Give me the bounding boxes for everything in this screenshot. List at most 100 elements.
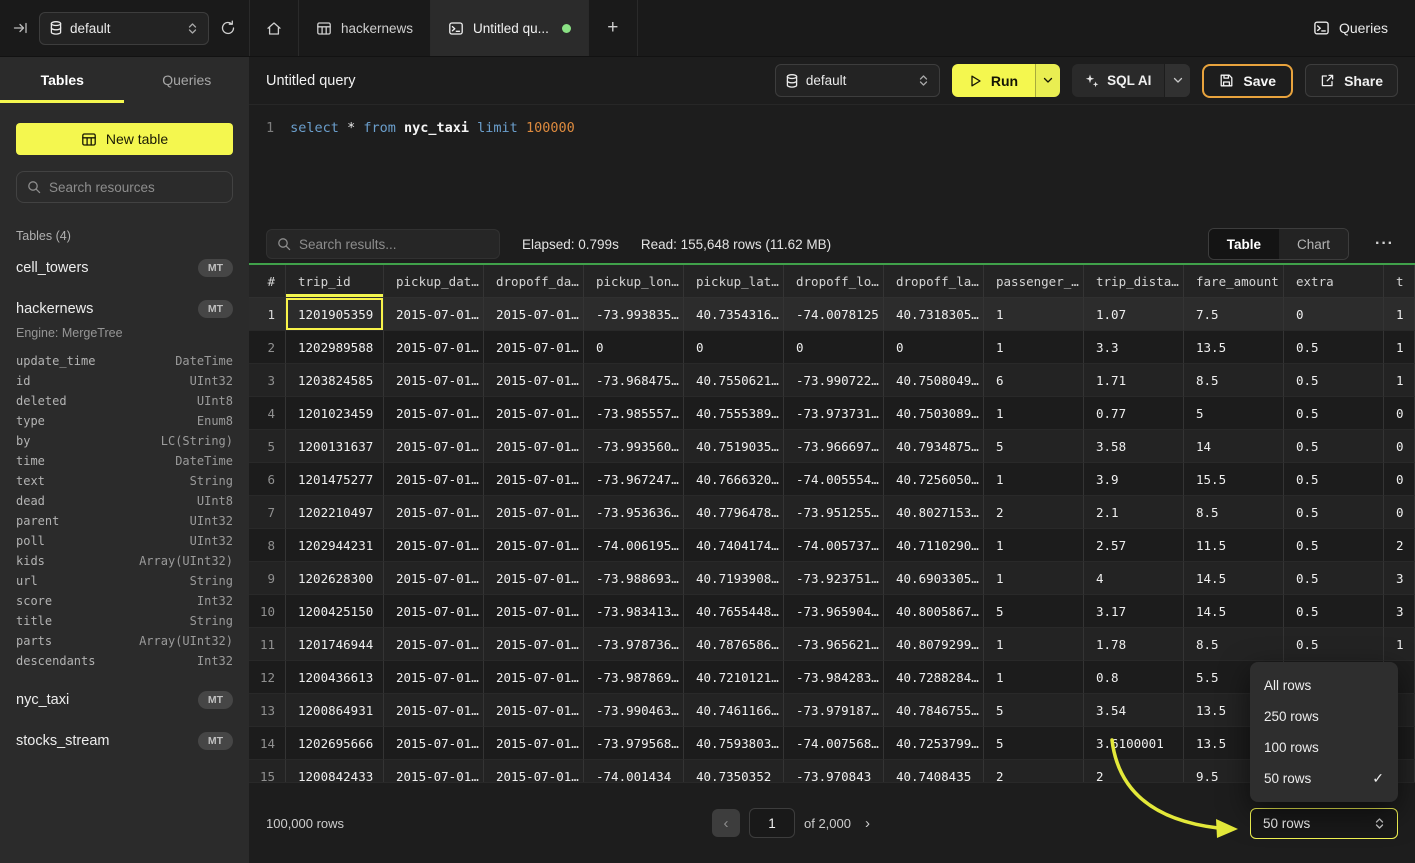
- table-cell[interactable]: 1200842433: [286, 760, 384, 782]
- row-limit-option[interactable]: All rows: [1250, 670, 1398, 701]
- table-cell[interactable]: 40.7350352: [684, 760, 784, 782]
- sql-ai-button[interactable]: SQL AI: [1072, 73, 1164, 88]
- table-cell[interactable]: 0: [884, 331, 984, 364]
- table-cell[interactable]: 0.8: [1084, 661, 1184, 694]
- table-cell[interactable]: 40.7503089…: [884, 397, 984, 430]
- table-cell[interactable]: 1200131637: [286, 430, 384, 463]
- table-cell[interactable]: 40.6903305…: [884, 562, 984, 595]
- table-cell[interactable]: 15.5: [1184, 463, 1284, 496]
- table-cell[interactable]: 0: [1284, 298, 1384, 331]
- table-cell[interactable]: -73.951255…: [784, 496, 884, 529]
- table-cell[interactable]: 2015-07-01…: [384, 727, 484, 760]
- tab-home[interactable]: [250, 0, 299, 56]
- table-cell[interactable]: 1201905359: [286, 298, 384, 331]
- table-cell[interactable]: -73.973731…: [784, 397, 884, 430]
- table-cell[interactable]: 1: [984, 529, 1084, 562]
- table-cell[interactable]: 40.7876586…: [684, 628, 784, 661]
- table-cell[interactable]: 0: [1384, 430, 1415, 463]
- table-cell[interactable]: 1: [984, 298, 1084, 331]
- table-cell[interactable]: 2015-07-01…: [384, 496, 484, 529]
- table-cell[interactable]: 2015-07-01…: [484, 529, 584, 562]
- grid-header-cell[interactable]: extra: [1284, 265, 1384, 298]
- table-cell[interactable]: 40.7461166…: [684, 694, 784, 727]
- table-cell[interactable]: 0: [1384, 496, 1415, 529]
- table-cell[interactable]: -73.966697…: [784, 430, 884, 463]
- table-cell[interactable]: 40.8005867…: [884, 595, 984, 628]
- table-cell[interactable]: 1: [1384, 298, 1415, 331]
- table-cell[interactable]: 2015-07-01…: [384, 694, 484, 727]
- table-cell[interactable]: 2015-07-01…: [384, 529, 484, 562]
- results-search[interactable]: [266, 229, 500, 259]
- resource-search-input[interactable]: [49, 180, 222, 195]
- table-cell[interactable]: 1.78: [1084, 628, 1184, 661]
- table-cell[interactable]: 2: [984, 496, 1084, 529]
- table-cell[interactable]: -74.0078125: [784, 298, 884, 331]
- table-cell[interactable]: 40.7796478…: [684, 496, 784, 529]
- table-cell[interactable]: -73.984283…: [784, 661, 884, 694]
- table-cell[interactable]: 1200864931: [286, 694, 384, 727]
- table-cell[interactable]: 4: [1084, 562, 1184, 595]
- table-cell[interactable]: 7.5: [1184, 298, 1284, 331]
- tab-hackernews[interactable]: hackernews: [299, 0, 431, 56]
- table-cell[interactable]: 1: [984, 661, 1084, 694]
- table-cell[interactable]: 8.5: [1184, 628, 1284, 661]
- table-cell[interactable]: -73.990722…: [784, 364, 884, 397]
- table-cell[interactable]: -73.983413…: [584, 595, 684, 628]
- table-cell[interactable]: 1201023459: [286, 397, 384, 430]
- table-cell[interactable]: 2015-07-01…: [384, 562, 484, 595]
- table-cell[interactable]: 8.5: [1184, 364, 1284, 397]
- table-cell[interactable]: 3.3: [1084, 331, 1184, 364]
- table-cell[interactable]: 2015-07-01…: [384, 463, 484, 496]
- tab-untitled-query[interactable]: Untitled qu...: [431, 0, 589, 56]
- row-limit-option[interactable]: 100 rows: [1250, 732, 1398, 763]
- refresh-icon[interactable]: [220, 20, 236, 36]
- table-cell[interactable]: 2.1: [1084, 496, 1184, 529]
- table-cell[interactable]: 1201475277: [286, 463, 384, 496]
- table-cell[interactable]: -73.988693…: [584, 562, 684, 595]
- table-cell[interactable]: 0.77: [1084, 397, 1184, 430]
- table-cell[interactable]: 3.58: [1084, 430, 1184, 463]
- run-options-caret[interactable]: [1035, 64, 1060, 97]
- table-cell[interactable]: -73.923751…: [784, 562, 884, 595]
- table-cell[interactable]: -74.006195…: [584, 529, 684, 562]
- table-cell[interactable]: 1: [984, 397, 1084, 430]
- table-cell[interactable]: 40.7408435: [884, 760, 984, 782]
- row-limit-option[interactable]: 50 rows✓: [1250, 763, 1398, 794]
- table-cell[interactable]: 2015-07-01…: [484, 496, 584, 529]
- database-selector[interactable]: default: [39, 12, 209, 45]
- table-cell[interactable]: 40.7110290…: [884, 529, 984, 562]
- table-cell[interactable]: 2015-07-01…: [484, 595, 584, 628]
- table-cell[interactable]: 1200425150: [286, 595, 384, 628]
- table-cell[interactable]: 5: [984, 595, 1084, 628]
- table-cell[interactable]: 2015-07-01…: [484, 562, 584, 595]
- grid-header-cell[interactable]: passenger_…: [984, 265, 1084, 298]
- table-cell[interactable]: 2.57: [1084, 529, 1184, 562]
- grid-header-cell[interactable]: #: [249, 265, 286, 298]
- grid-header-cell[interactable]: dropoff_da…: [484, 265, 584, 298]
- table-cell[interactable]: 2015-07-01…: [384, 331, 484, 364]
- results-search-input[interactable]: [299, 237, 489, 252]
- table-cell[interactable]: 40.7934875…: [884, 430, 984, 463]
- table-cell[interactable]: 40.7354316…: [684, 298, 784, 331]
- table-cell[interactable]: 1202695666: [286, 727, 384, 760]
- table-cell[interactable]: -73.993560…: [584, 430, 684, 463]
- grid-header-cell[interactable]: dropoff_lo…: [784, 265, 884, 298]
- run-button[interactable]: Run: [952, 64, 1035, 97]
- table-cell[interactable]: -73.965621…: [784, 628, 884, 661]
- table-cell[interactable]: 40.7550621…: [684, 364, 784, 397]
- table-cell[interactable]: -73.953636…: [584, 496, 684, 529]
- table-cell[interactable]: 40.7846755…: [884, 694, 984, 727]
- table-cell[interactable]: 1.07: [1084, 298, 1184, 331]
- table-cell[interactable]: 5: [1184, 397, 1284, 430]
- table-cell[interactable]: -74.007568…: [784, 727, 884, 760]
- table-cell[interactable]: 0.5: [1284, 364, 1384, 397]
- table-cell[interactable]: 1201746944: [286, 628, 384, 661]
- table-cell[interactable]: 40.7404174…: [684, 529, 784, 562]
- resource-search[interactable]: [16, 171, 233, 203]
- table-cell[interactable]: 0.5: [1284, 628, 1384, 661]
- save-button[interactable]: Save: [1202, 64, 1293, 98]
- new-tab-button[interactable]: +: [589, 0, 638, 56]
- table-cell[interactable]: 40.7508049…: [884, 364, 984, 397]
- table-cell[interactable]: 0: [1384, 463, 1415, 496]
- table-cell[interactable]: 2015-07-01…: [384, 760, 484, 782]
